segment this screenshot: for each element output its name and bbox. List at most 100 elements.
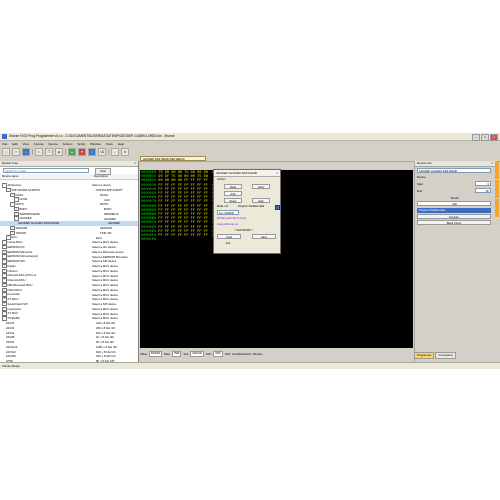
start-field[interactable]: 0 [475, 181, 491, 186]
settings-icon[interactable]: ⚙ [121, 147, 129, 156]
tree-row-label: EEPROM I2C [7, 244, 25, 249]
help-button[interactable]: Help [252, 198, 270, 203]
program-button[interactable]: Program [417, 214, 491, 219]
right-panel-header: Device info × [415, 161, 495, 167]
exit-button[interactable]: Exit [226, 242, 230, 245]
minimize-button[interactable]: – [472, 134, 480, 141]
save-button[interactable]: Save [252, 234, 276, 239]
expand-toggle-icon[interactable]: - [14, 216, 19, 221]
program-modified-group[interactable]: Program Modified data [417, 208, 491, 213]
device-label: Device [417, 175, 426, 179]
dialog-title-bar: GDODEP GLNGRO 4W0 D/E/0D × [214, 170, 280, 177]
tree-row-description: Select a MCU device [92, 240, 119, 245]
bin-hex-label[interactable]: Bin/Hex [253, 353, 262, 356]
tree-row-description: Select a MCU device [92, 311, 119, 316]
cut-icon[interactable]: ✂ [35, 147, 43, 156]
tree-row-label: Motorola MCU (PIC) sc [7, 273, 37, 278]
tree-row-description: 256 x 8 bits I2C [96, 325, 116, 330]
menu-actions[interactable]: Actions [60, 142, 75, 146]
menu-view[interactable]: View [20, 142, 31, 146]
tree-row-label: 24C02 [6, 325, 15, 330]
hex-row[interactable]: 0000100 [141, 238, 163, 242]
close-button[interactable]: × [490, 134, 498, 141]
softdump-link[interactable]: www.softdump.net [217, 223, 238, 226]
menu-tools[interactable]: Tools [103, 142, 115, 146]
view-mode-label[interactable]: Hex/Words/Ascii [232, 353, 251, 356]
device-select[interactable]: GDODEP GLNGRO 4W0 D/E/0D [417, 168, 491, 173]
tab-programmer[interactable]: Programmer [414, 352, 435, 359]
menu-edit[interactable]: Edit [10, 142, 20, 146]
toolbar-separator [108, 148, 109, 155]
toolbar: ▢ ▭ ▪ ✂ ❐ ▤ ▲ ▼ ✓ ⌫ ⌕ ⚙ [0, 147, 500, 156]
close-panel-icon[interactable]: × [134, 161, 136, 166]
tree-row-description: Select a MCU device [92, 268, 119, 273]
read-chip-icon[interactable]: ▲ [68, 147, 76, 156]
menu-help[interactable]: Help [115, 142, 126, 146]
search-input[interactable] [3, 168, 89, 173]
end-field[interactable]: FF [475, 188, 491, 193]
dialog-title: GDODEP GLNGRO 4W0 D/E/0D [216, 171, 258, 175]
load-button[interactable]: Load [217, 234, 241, 239]
tree-row-label: Serial Flash SPI [7, 301, 28, 306]
tab-connections[interactable]: Connections [435, 352, 456, 359]
new-file-icon[interactable]: ▢ [2, 147, 10, 156]
copy-icon[interactable]: ❐ [45, 147, 53, 156]
clear-button[interactable]: Clear [95, 168, 111, 175]
model-field[interactable]: 4w0 [417, 201, 491, 206]
side-tab[interactable] [495, 199, 499, 217]
tree-row[interactable]: + TOSHIBA Select a MCU device [0, 316, 138, 321]
maximize-button[interactable]: □ [481, 134, 489, 141]
column-device-name[interactable]: Device name [0, 174, 92, 179]
expand-toggle-icon[interactable]: + [2, 316, 7, 321]
search-icon[interactable]: ⌕ [111, 147, 119, 156]
close-right-panel-icon[interactable]: × [491, 161, 493, 166]
tree-row[interactable]: 24C1024 128K x 8 bits I2C [0, 345, 138, 350]
hex-bytes[interactable]: FF FF FF FF FF FF FF FF [158, 234, 208, 238]
paste-icon[interactable]: ▤ [55, 147, 63, 156]
open-folder-icon[interactable]: ▭ [12, 147, 20, 156]
tree-row-label: Motorola MCU [7, 278, 26, 283]
blank-check-button[interactable]: Blank Check [417, 220, 491, 225]
toolbar-separator [65, 148, 66, 155]
auth-button[interactable]: Auth [224, 191, 242, 196]
tree-row-name: - GDODEP [0, 216, 104, 221]
tree-row-name: 24C08 [0, 335, 96, 339]
tree-row-description: Select a MCU device [92, 273, 119, 278]
tree-row-description: 128 x 8 bits I2C [96, 321, 116, 326]
tree-row-label: GDODEP [19, 216, 32, 221]
tree-row-label: 24C16 [6, 340, 15, 345]
tree-row-label: Infineon [7, 268, 18, 273]
tree-row-description: Select a SPI device [92, 259, 117, 264]
dialog-close-icon[interactable]: × [276, 170, 278, 176]
verify-button[interactable]: Verify [252, 184, 270, 189]
start-label: Start [417, 182, 423, 186]
program-modified-checkbox[interactable] [275, 205, 280, 210]
menu-format[interactable]: Format [31, 142, 46, 146]
tree-row-description: Select a I2C device [92, 245, 117, 250]
tree-row-description: Select a MCU device [92, 292, 119, 297]
reset-button[interactable]: Reset [224, 198, 242, 203]
read-button[interactable]: Read [224, 184, 242, 189]
search-row: Clear [0, 167, 138, 175]
tree-row-label: ST Micro [7, 297, 19, 302]
key-field[interactable]: Key: 0000000 [217, 210, 239, 215]
save-icon[interactable]: ▪ [22, 147, 30, 156]
erase-icon[interactable]: ⌫ [98, 147, 106, 156]
tree-row-label: ECU [11, 235, 18, 240]
write-chip-icon[interactable]: ▼ [78, 147, 86, 156]
menu-script[interactable]: Script [75, 142, 88, 146]
menu-window[interactable]: Window [88, 142, 104, 146]
side-tab[interactable] [495, 180, 499, 198]
menu-file[interactable]: File [0, 142, 10, 146]
verify-icon[interactable]: ✓ [88, 147, 96, 156]
document-tab[interactable]: GDODEP 4W0 D/E/0D DEP EEP.bin [140, 156, 206, 161]
ovr-label[interactable]: OVR [225, 353, 231, 356]
tree-row-label: EEPROM Microwire [7, 249, 33, 254]
menu-device[interactable]: Device [46, 142, 60, 146]
side-tab[interactable] [495, 161, 499, 179]
tree-row-description: Select a MCU device [92, 306, 119, 311]
model-label: Model [451, 196, 459, 200]
tree-row-description: TINK 3W [100, 230, 112, 235]
working-with-dump-link[interactable]: Working with file of dump [217, 217, 246, 220]
panel-title: Device Tree [2, 161, 19, 165]
